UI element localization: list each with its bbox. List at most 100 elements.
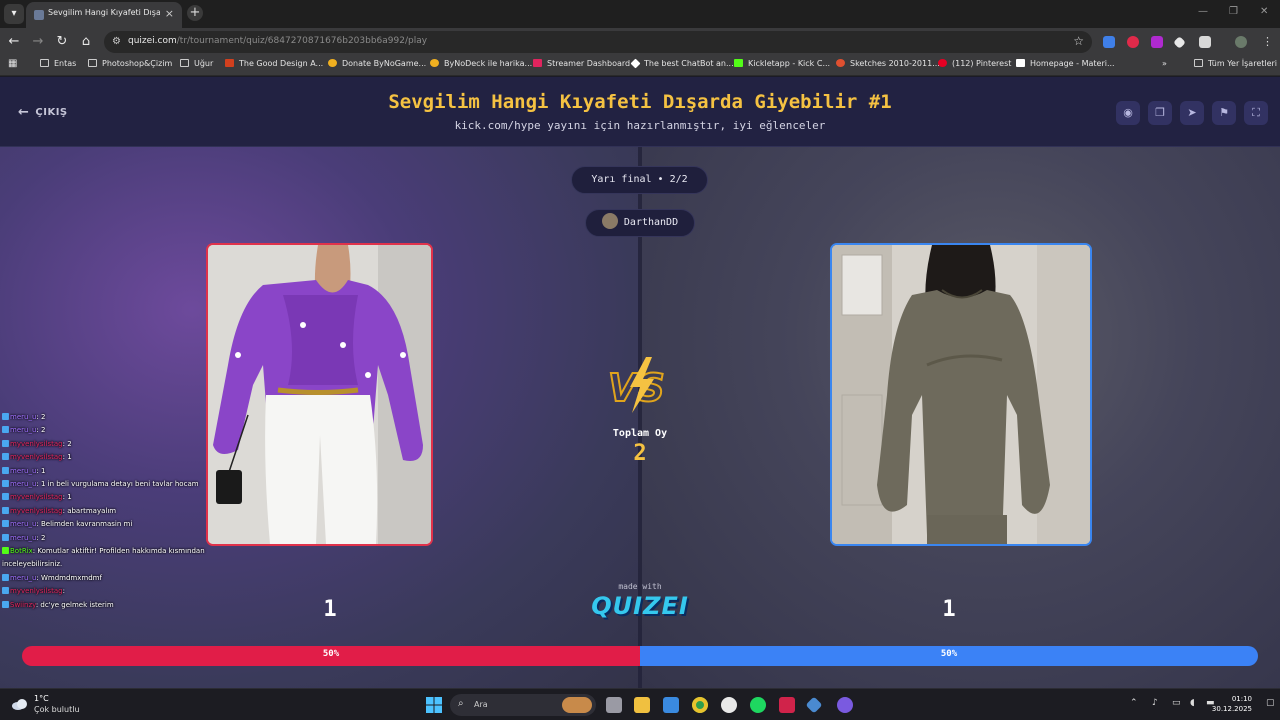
browser-toolbar: ← → ↻ ⌂ ⚙ quizei.com/tr/tournament/quiz/… xyxy=(0,28,1280,56)
bookmark-item[interactable]: The best ChatBot an... xyxy=(630,58,734,69)
bookmarks-bar: ▦ Entas Photoshop&Çizim Uğur The Good De… xyxy=(0,56,1280,76)
home-icon[interactable]: ⌂ xyxy=(78,34,94,50)
creator-avatar xyxy=(601,213,618,229)
forward-icon[interactable]: → xyxy=(30,34,46,50)
apps-grid-icon[interactable]: ▦ xyxy=(8,58,17,69)
chat-text: : dc'ye gelmek isterim xyxy=(35,600,114,609)
app-icon[interactable] xyxy=(779,697,795,713)
chat-badge-icon xyxy=(2,587,9,595)
restore-icon[interactable]: ❐ xyxy=(1229,6,1238,17)
option-image-right xyxy=(832,245,1090,544)
bookmark-item[interactable]: The Good Design A... xyxy=(225,59,323,68)
tab-favicon-icon xyxy=(34,10,44,20)
quizei-logo[interactable]: QUIZEI xyxy=(580,592,700,620)
chat-badge-icon xyxy=(2,439,9,447)
notifications-icon[interactable]: ▢ xyxy=(1266,698,1275,708)
weather-temperature[interactable]: 1°C xyxy=(34,694,49,703)
browser-tab-active[interactable]: Sevgilim Hangi Kıyafeti Dışarda × xyxy=(26,2,182,28)
chat-username: myvenlysilstag xyxy=(10,439,63,448)
chat-username: Swiinzy xyxy=(10,600,36,609)
versus-lightning-icon: VS xyxy=(607,357,666,413)
send-icon[interactable]: ➤ xyxy=(1180,101,1204,125)
extension-icon[interactable] xyxy=(1151,36,1163,48)
windows-start-icon[interactable] xyxy=(426,697,442,713)
extension-icon[interactable] xyxy=(1103,36,1115,48)
system-clock[interactable]: 01:10 30.12.2025 xyxy=(1212,694,1252,714)
option-image-left xyxy=(208,245,431,544)
chat-message: meru_u: 2 xyxy=(2,411,232,424)
chat-badge-icon xyxy=(2,426,9,434)
chat-badge-icon xyxy=(2,413,9,420)
chat-message: BotRix: Komutlar aktiftir! Profilden hak… xyxy=(2,545,216,572)
bookmark-item[interactable]: ByNoDeck ile harika... xyxy=(430,59,532,68)
microphone-icon[interactable]: ♪ xyxy=(1152,698,1158,708)
chrome-icon[interactable] xyxy=(692,697,708,713)
profile-avatar[interactable] xyxy=(1235,36,1247,48)
round-badge: Yarı final • 2/2 xyxy=(571,166,708,194)
discord-icon[interactable] xyxy=(837,697,853,713)
weather-description[interactable]: Çok bulutlu xyxy=(34,705,80,714)
creator-badge[interactable]: DarthanDD xyxy=(585,209,695,237)
extension-icon[interactable] xyxy=(1127,36,1139,48)
tab-search-button[interactable]: ▾ xyxy=(4,4,24,24)
chat-message: meru_u: 1 in beli vurgulama detayı beni … xyxy=(2,478,232,491)
option-card-left[interactable] xyxy=(206,243,433,546)
chat-badge-icon xyxy=(2,520,9,528)
chat-badge-icon xyxy=(2,480,9,488)
bookmark-item[interactable]: Streamer Dashboard xyxy=(533,59,630,68)
app-icon[interactable] xyxy=(721,697,737,713)
eye-icon[interactable]: ◉ xyxy=(1116,101,1140,125)
quiz-subtitle: kick.com/hype yayını için hazırlanmıştır… xyxy=(454,119,826,132)
bookmark-item[interactable]: Uğur xyxy=(180,59,213,68)
made-with-label: made with xyxy=(618,582,662,591)
site-info-icon[interactable]: ⚙ xyxy=(112,36,121,47)
bookmarks-overflow-icon[interactable]: » xyxy=(1162,59,1167,68)
bookmark-item[interactable]: Donate ByNoGame... xyxy=(328,59,426,68)
bookmark-star-icon[interactable]: ☆ xyxy=(1073,34,1084,48)
cloud-icon xyxy=(12,699,27,710)
fullscreen-icon[interactable]: ⛶ xyxy=(1244,101,1268,125)
bookmark-item[interactable]: Entas xyxy=(40,59,76,68)
close-window-icon[interactable]: ✕ xyxy=(1260,6,1268,17)
store-icon[interactable] xyxy=(663,697,679,713)
extensions-puzzle-icon[interactable] xyxy=(1199,36,1211,48)
network-icon[interactable]: ▭ xyxy=(1172,698,1181,708)
tab-close-icon[interactable]: × xyxy=(165,7,174,20)
volume-icon[interactable]: ◖ xyxy=(1190,698,1195,708)
tray-overflow-icon[interactable]: ⌃ xyxy=(1130,698,1138,708)
bookmark-item[interactable]: Kickletapp - Kick C... xyxy=(734,59,830,68)
chat-text: : 1 xyxy=(62,493,72,502)
chat-message: meru_u: Wmdmdmxmdmf xyxy=(2,572,232,585)
chat-text: : Komutlar aktiftir! Profilden hakkımda … xyxy=(2,547,205,569)
chat-text: : 1 xyxy=(62,453,72,462)
chat-badge-icon xyxy=(2,506,9,514)
address-bar[interactable]: ⚙ quizei.com/tr/tournament/quiz/68472708… xyxy=(104,31,1092,53)
spotify-icon[interactable] xyxy=(750,697,766,713)
chat-username: myvenlysilstag xyxy=(10,587,63,596)
progress-bar-right: 50% xyxy=(640,646,1258,666)
file-explorer-icon[interactable] xyxy=(634,697,650,713)
score-left: 1 xyxy=(323,597,337,622)
taskbar-search[interactable]: ⌕ Ara xyxy=(450,694,596,716)
back-icon[interactable]: ← xyxy=(6,34,22,50)
bookmark-item[interactable]: Sketches 2010-2011... xyxy=(836,59,940,68)
all-bookmarks-folder[interactable]: Tüm Yer İşaretleri xyxy=(1194,59,1277,68)
chat-message: myvenlysilstag: abartmayalım xyxy=(2,505,232,518)
quiz-title: Sevgilim Hangi Kıyafeti Dışarda Giyebili… xyxy=(388,91,892,113)
minimize-icon[interactable]: — xyxy=(1198,6,1208,17)
browser-menu-icon[interactable]: ⋮ xyxy=(1262,36,1274,48)
option-card-right[interactable] xyxy=(830,243,1092,546)
chat-username: BotRix xyxy=(10,547,33,556)
search-placeholder: Ara xyxy=(474,700,488,709)
task-view-icon[interactable] xyxy=(606,697,622,713)
bookmark-item[interactable]: (112) Pinterest xyxy=(938,59,1011,68)
reload-icon[interactable]: ↻ xyxy=(54,34,70,50)
copy-icon[interactable]: ❐ xyxy=(1148,101,1172,125)
app-icon[interactable] xyxy=(805,696,823,714)
chat-badge-icon xyxy=(2,573,9,581)
bookmark-item[interactable]: Photoshop&Çizim xyxy=(88,59,172,68)
new-tab-button[interactable]: + xyxy=(187,5,203,21)
stream-chat-overlay: meru_u: 2 meru_u: 2 myvenlysilstag: 2 myven… xyxy=(2,411,232,612)
flag-icon[interactable]: ⚑ xyxy=(1212,101,1236,125)
bookmark-item[interactable]: Homepage - Materi... xyxy=(1016,59,1115,68)
